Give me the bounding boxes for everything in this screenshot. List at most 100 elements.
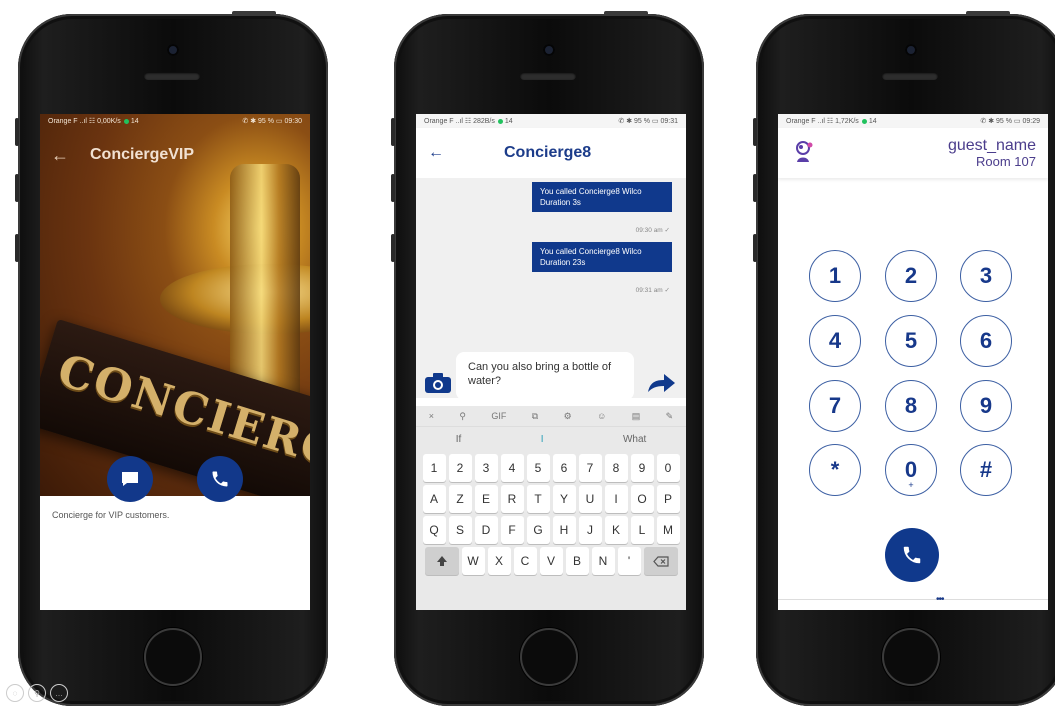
key[interactable]: I — [604, 485, 628, 513]
backspace-key[interactable] — [643, 547, 678, 575]
concierge-logo-icon — [792, 140, 816, 169]
dial-key-9[interactable]: 9 — [960, 380, 1012, 432]
dial-key-3[interactable]: 3 — [960, 250, 1012, 302]
key[interactable]: U — [578, 485, 602, 513]
dial-key-0[interactable]: 0 + — [885, 444, 937, 496]
back-arrow-icon[interactable]: ← — [416, 144, 456, 162]
dial-key-4[interactable]: 4 — [809, 315, 861, 367]
call-button[interactable] — [197, 456, 243, 502]
key[interactable]: L — [630, 516, 654, 544]
keyboard: × ⚲ GIF ⧉ ⚙ ☺ ▤ ✎ If I What 1 2 3 4 5 6 — [416, 406, 686, 610]
call-button[interactable] — [885, 528, 939, 582]
key[interactable]: M — [656, 516, 680, 544]
settings-icon[interactable]: ⚙ — [564, 411, 572, 422]
backspace-icon — [652, 555, 669, 567]
dial-key-6[interactable]: 6 — [960, 315, 1012, 367]
key[interactable]: S — [448, 516, 472, 544]
guest-name: guest_name — [947, 137, 1036, 154]
key[interactable]: 9 — [630, 454, 654, 482]
key[interactable]: H — [552, 516, 576, 544]
home-button[interactable] — [520, 628, 578, 686]
key-row-numbers: 1 2 3 4 5 6 7 8 9 0 — [416, 454, 686, 482]
key[interactable]: Y — [552, 485, 576, 513]
key[interactable]: 5 — [526, 454, 550, 482]
front-camera — [543, 44, 555, 56]
more-dots-icon[interactable]: ••• — [936, 594, 944, 605]
message-input[interactable]: Can you also bring a bottle of water? — [456, 352, 634, 400]
key[interactable]: B — [565, 547, 589, 575]
phone-icon — [903, 546, 921, 564]
key[interactable]: A — [422, 485, 446, 513]
zoom-icon[interactable]: ⚲ — [28, 684, 46, 702]
phone-1: CONCIERG Orange F ..ıl ☷ 0,00K/s 14 ✆ ✱ 9… — [15, 11, 328, 706]
camera-button[interactable] — [424, 372, 452, 399]
keyboard-toolbar: × ⚲ GIF ⧉ ⚙ ☺ ▤ ✎ — [416, 406, 686, 427]
app-description: Concierge for VIP customers. — [52, 510, 170, 520]
dial-key-5[interactable]: 5 — [885, 315, 937, 367]
key[interactable]: K — [604, 516, 628, 544]
earpiece — [882, 72, 938, 80]
dial-key-8[interactable]: 8 — [885, 380, 937, 432]
key[interactable]: 6 — [552, 454, 576, 482]
key[interactable]: N — [591, 547, 615, 575]
screen: Orange F ..ıl ☷ 282B/s 14 ✆ ✱ 95 % ▭ 09:3… — [416, 114, 686, 610]
suggestion[interactable]: I — [541, 434, 544, 445]
key[interactable]: 1 — [422, 454, 446, 482]
key[interactable]: R — [500, 485, 524, 513]
key[interactable]: 3 — [474, 454, 498, 482]
send-button[interactable] — [646, 372, 676, 399]
key[interactable]: 2 — [448, 454, 472, 482]
dial-key-7[interactable]: 7 — [809, 380, 861, 432]
gif-icon[interactable]: GIF — [491, 411, 506, 421]
key[interactable]: F — [500, 516, 524, 544]
back-arrow-icon[interactable]: ← — [40, 145, 80, 166]
sticker-icon[interactable]: ⧉ — [532, 411, 538, 422]
key[interactable]: G — [526, 516, 550, 544]
more-icon[interactable]: … — [50, 684, 68, 702]
home-button[interactable] — [144, 628, 202, 686]
earpiece — [520, 72, 576, 80]
emoji-icon[interactable]: ☺ — [597, 411, 606, 421]
key[interactable]: ' — [617, 547, 641, 575]
dial-key-hash[interactable]: # — [960, 444, 1012, 496]
shift-arrow-icon — [436, 556, 447, 566]
power-button — [232, 11, 276, 16]
key[interactable]: C — [513, 547, 537, 575]
dial-key-1[interactable]: 1 — [809, 250, 861, 302]
control-icon[interactable]: ◌ — [6, 684, 24, 702]
shift-key[interactable] — [424, 547, 459, 575]
app-bar: ← ConciergeVIP — [40, 140, 310, 170]
pin-icon[interactable]: ✎ — [666, 411, 674, 422]
volume-button — [391, 118, 395, 146]
close-keyboard-icon[interactable]: × — [429, 411, 434, 421]
volume-button — [15, 234, 19, 262]
key[interactable]: D — [474, 516, 498, 544]
guest-info: guest_name Room 107 — [948, 138, 1036, 170]
search-icon[interactable]: ⚲ — [459, 411, 466, 422]
key[interactable]: O — [630, 485, 654, 513]
dial-key-2[interactable]: 2 — [885, 250, 937, 302]
key[interactable]: 7 — [578, 454, 602, 482]
home-button[interactable] — [882, 628, 940, 686]
key[interactable]: 4 — [500, 454, 524, 482]
key[interactable]: P — [656, 485, 680, 513]
key[interactable]: Z — [448, 485, 472, 513]
concierge-photo: CONCIERG — [40, 114, 310, 496]
suggestion[interactable]: If — [456, 434, 462, 445]
key[interactable]: J — [578, 516, 602, 544]
key[interactable]: E — [474, 485, 498, 513]
key[interactable]: 0 — [656, 454, 680, 482]
clipboard-icon[interactable]: ▤ — [632, 411, 641, 422]
key[interactable]: T — [526, 485, 550, 513]
key[interactable]: W — [461, 547, 485, 575]
key[interactable]: Q — [422, 516, 446, 544]
plus-label: + — [908, 480, 914, 490]
status-bar: Orange F ..ıl ☷ 0,00K/s 14 ✆ ✱ 95 % ▭ 09:… — [48, 118, 302, 125]
message-time: 09:30 am ✓ — [635, 227, 670, 234]
key[interactable]: X — [487, 547, 511, 575]
key[interactable]: V — [539, 547, 563, 575]
dial-key-star[interactable]: * — [809, 444, 861, 496]
suggestion[interactable]: What — [623, 434, 646, 445]
key[interactable]: 8 — [604, 454, 628, 482]
chat-button[interactable] — [107, 456, 153, 502]
